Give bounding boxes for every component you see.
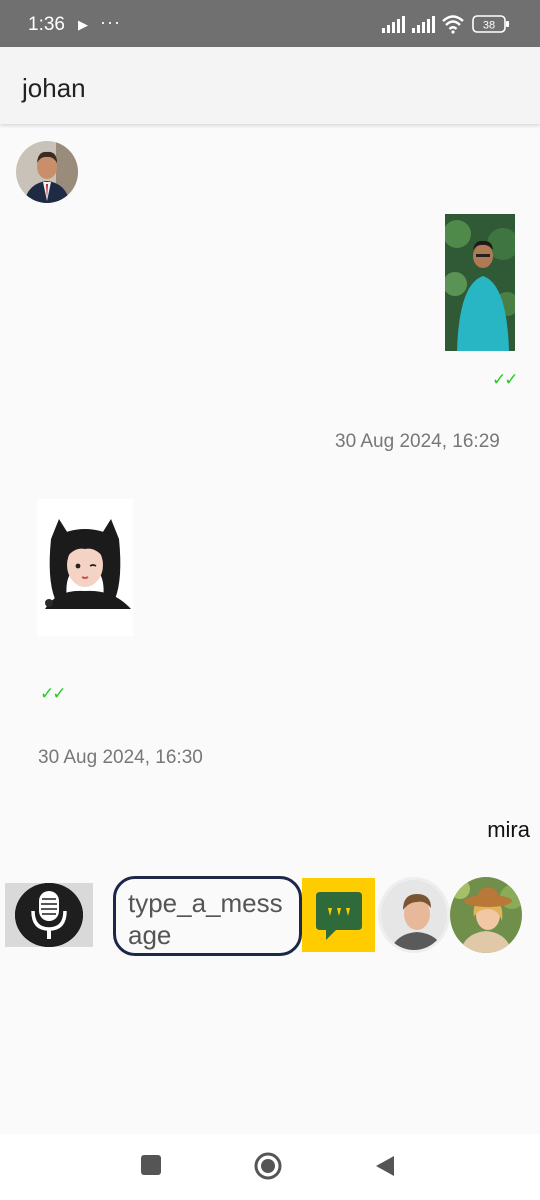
contact-avatar-male[interactable] (378, 877, 450, 953)
composer-row: type_a_message (0, 873, 540, 963)
receiver-name: mira (487, 817, 530, 842)
signal-icon (382, 16, 405, 33)
battery-icon: 38 (472, 15, 509, 33)
read-ticks: ✓✓ (40, 684, 66, 703)
contact-avatar-female[interactable] (450, 877, 522, 953)
message-image-received[interactable] (37, 499, 133, 636)
wifi-icon (442, 15, 464, 34)
chat-bubble-button[interactable] (302, 878, 375, 952)
status-icons: 38 (382, 15, 509, 34)
status-bar: 1:36 ▶ ··· 38 (0, 0, 540, 47)
more-dots-icon: ··· (100, 12, 121, 32)
battery-level: 38 (483, 20, 495, 32)
chat-bubble-icon (302, 878, 375, 952)
circle-home-icon[interactable] (254, 1152, 282, 1180)
triangle-back-icon[interactable] (374, 1154, 396, 1178)
message-input[interactable]: type_a_message (113, 876, 302, 956)
play-icon: ▶ (78, 17, 88, 32)
chat-title: johan (22, 73, 86, 103)
message-timestamp: 30 Aug 2024, 16:29 (335, 431, 500, 452)
microphone-icon (15, 883, 83, 947)
voice-record-button[interactable] (5, 883, 93, 947)
square-recents-icon[interactable] (140, 1154, 162, 1176)
signal-icon (412, 16, 435, 33)
status-time: 1:36 (28, 14, 65, 35)
system-nav-bar (0, 1134, 540, 1200)
read-ticks: ✓✓ (492, 370, 518, 389)
message-timestamp: 30 Aug 2024, 16:30 (38, 747, 203, 768)
message-image-sent[interactable] (445, 214, 515, 351)
contact-avatar[interactable] (16, 141, 78, 203)
app-bar: johan (0, 47, 540, 124)
